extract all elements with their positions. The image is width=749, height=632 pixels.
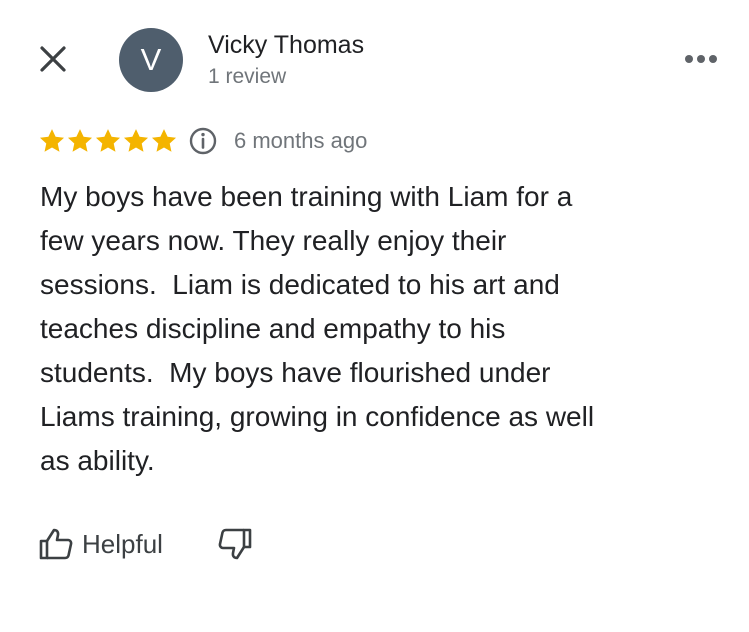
star-rating [38,127,178,155]
review-text: My boys have been training with Liam for… [40,181,595,476]
rating-row: 6 months ago [38,124,367,158]
star-icon [123,129,149,152]
review-time: 6 months ago [234,128,368,153]
avatar-letter: V [140,42,162,77]
star-icon [39,129,65,152]
more-horizontal-icon [685,55,717,63]
reviewer-name[interactable]: Vicky Thomas [208,30,364,60]
star-icon [67,129,93,152]
info-button[interactable] [188,126,218,156]
review-count: 1 review [208,65,287,88]
more-options-button[interactable] [680,44,722,74]
not-helpful-button[interactable] [217,527,253,561]
star-icon [151,129,177,152]
review-actions: Helpful [38,524,253,564]
thumbs-up-icon [39,528,73,560]
info-icon [189,127,217,155]
close-icon [40,46,66,72]
close-button[interactable] [34,40,72,78]
thumbs-down-icon [218,528,252,560]
helpful-button[interactable]: Helpful [38,527,163,561]
star-icon [95,129,121,152]
helpful-label: Helpful [82,529,163,559]
avatar[interactable]: V [119,28,183,92]
